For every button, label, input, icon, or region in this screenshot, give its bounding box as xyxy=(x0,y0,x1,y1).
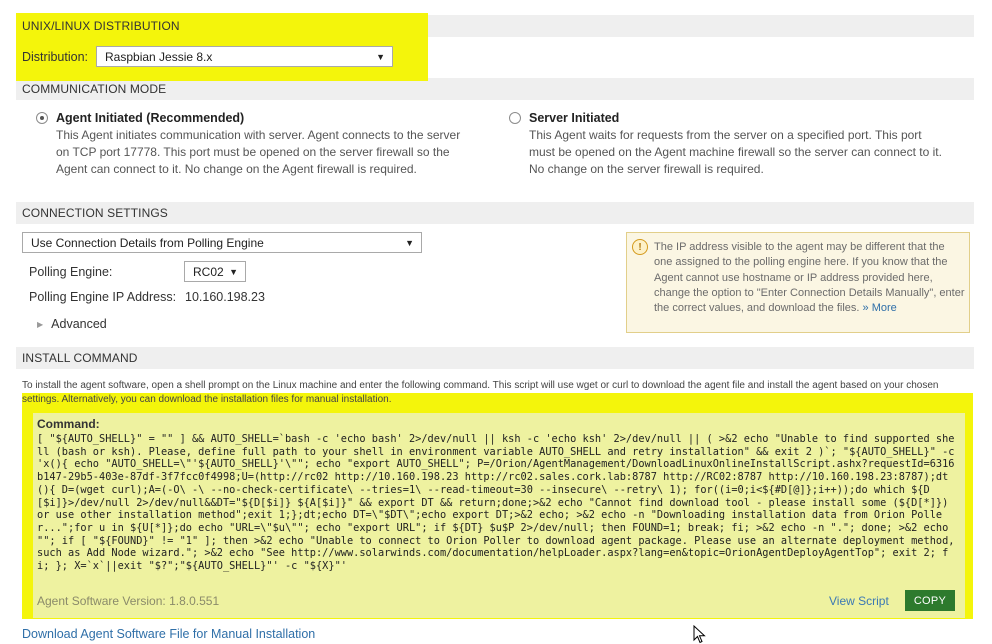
agent-version: Agent Software Version: 1.8.0.551 xyxy=(37,594,220,608)
connection-section-title: CONNECTION SETTINGS xyxy=(22,206,168,220)
polling-engine-select-value: RC02 xyxy=(193,264,224,279)
polling-engine-ip-value: 10.160.198.23 xyxy=(185,290,265,304)
server-initiated-desc: This Agent waits for requests from the s… xyxy=(529,128,942,176)
communication-section-bar xyxy=(428,78,974,100)
distribution-section-bar-ext xyxy=(428,15,974,37)
chevron-down-icon: ▼ xyxy=(376,51,385,62)
install-instructions: To install the agent software, open a sh… xyxy=(22,380,939,405)
install-section-bar xyxy=(16,347,974,369)
command-box: Command: [ "${AUTO_SHELL}" = "" ] && AUT… xyxy=(33,413,965,618)
copy-button[interactable]: COPY xyxy=(905,590,955,611)
advanced-toggle[interactable]: ▶ Advanced xyxy=(37,317,107,331)
download-manual-link[interactable]: Download Agent Software File for Manual … xyxy=(22,627,315,641)
polling-engine-label: Polling Engine: xyxy=(29,265,113,279)
agent-initiated-title: Agent Initiated (Recommended) xyxy=(56,111,245,125)
more-link[interactable]: » More xyxy=(863,302,897,314)
info-text: The IP address visible to the agent may … xyxy=(654,241,965,315)
chevron-down-icon: ▼ xyxy=(405,237,414,248)
advanced-label: Advanced xyxy=(51,317,107,331)
polling-engine-ip-label: Polling Engine IP Address: xyxy=(29,290,177,304)
connection-details-select[interactable]: Use Connection Details from Polling Engi… xyxy=(22,232,422,253)
command-label: Command: xyxy=(37,417,100,431)
lightbulb-icon: ! xyxy=(632,239,648,255)
agent-initiated-desc: This Agent initiates communication with … xyxy=(56,128,461,176)
install-section-title: INSTALL COMMAND xyxy=(22,351,138,365)
communication-section-title: COMMUNICATION MODE xyxy=(22,82,167,96)
connection-details-select-value: Use Connection Details from Polling Engi… xyxy=(31,235,264,250)
command-text[interactable]: [ "${AUTO_SHELL}" = "" ] && AUTO_SHELL=`… xyxy=(37,433,959,573)
distribution-select[interactable]: Raspbian Jessie 8.x ▼ xyxy=(96,46,393,67)
distribution-section-title: UNIX/LINUX DISTRIBUTION xyxy=(22,19,180,33)
server-initiated-radio[interactable] xyxy=(509,112,521,124)
polling-engine-select[interactable]: RC02 ▼ xyxy=(184,261,246,282)
mouse-cursor-icon xyxy=(693,625,706,644)
distribution-select-value: Raspbian Jessie 8.x xyxy=(105,49,213,64)
chevron-down-icon: ▼ xyxy=(229,266,238,277)
chevron-right-icon: ▶ xyxy=(37,319,44,329)
distribution-label: Distribution: xyxy=(22,50,88,64)
info-box: ! The IP address visible to the agent ma… xyxy=(626,232,970,333)
server-initiated-title: Server Initiated xyxy=(529,111,620,125)
view-script-link[interactable]: View Script xyxy=(829,594,889,608)
agent-initiated-radio[interactable] xyxy=(36,112,48,124)
